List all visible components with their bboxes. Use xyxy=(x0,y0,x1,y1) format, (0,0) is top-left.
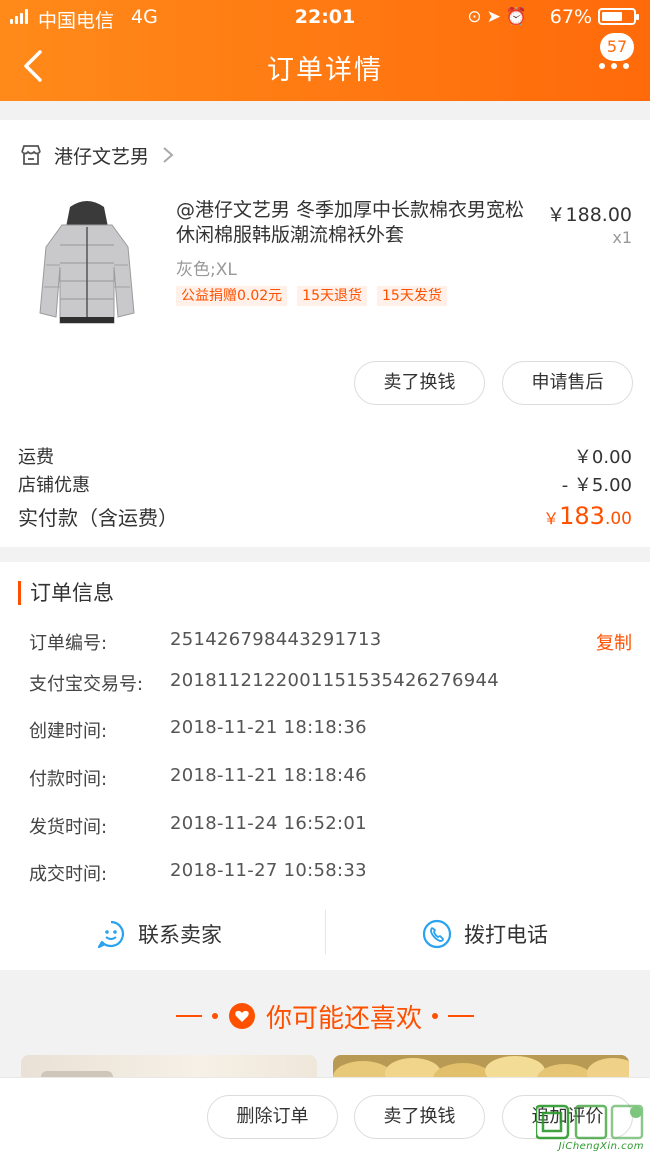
service-tag: 15天退货 xyxy=(297,286,367,306)
total-label: 实付款（含运费） xyxy=(18,506,178,530)
service-tag: 15天发货 xyxy=(377,286,447,306)
status-icons: ⊙➤⏰ xyxy=(467,7,532,27)
total-value: ￥183.00 xyxy=(543,502,632,530)
product-title[interactable]: @港仔文艺男 冬季加厚中长款棉衣男宽松休闲棉服韩版潮流棉袄外套 xyxy=(176,198,538,248)
deal-time-value: 2018-11-27 10:58:33 xyxy=(170,860,367,881)
service-tag: 公益捐赠0.02元 xyxy=(176,286,288,306)
shop-name: 港仔文艺男 xyxy=(54,145,150,168)
chevron-right-icon xyxy=(163,147,174,163)
info-label: 创建时间: xyxy=(29,721,108,742)
sell-for-cash-button[interactable]: 卖了换钱 xyxy=(354,1095,485,1139)
total-decimal: .00 xyxy=(604,509,632,529)
shop-discount-row: 店铺优惠 - ￥5.00 xyxy=(18,471,632,497)
total-currency: ￥ xyxy=(543,509,560,528)
recommend-header: 你可能还喜欢 xyxy=(0,996,650,1036)
info-label: 付款时间: xyxy=(29,769,108,790)
call-phone-button[interactable]: 拨打电话 xyxy=(422,914,548,954)
contact-seller-button[interactable]: 联系卖家 xyxy=(96,914,222,954)
total-integer: 183 xyxy=(559,502,605,530)
shipping-fee-value: ￥0.00 xyxy=(573,447,632,468)
location-icon: ➤ xyxy=(486,7,506,27)
recommend-title: 你可能还喜欢 xyxy=(265,1003,422,1034)
battery-percent: 67% xyxy=(549,6,592,28)
rotation-lock-icon: ⊙ xyxy=(467,7,487,27)
info-label: 成交时间: xyxy=(29,864,108,885)
divider xyxy=(325,910,326,954)
divider-dot xyxy=(211,1013,218,1019)
alipay-trade-value: 2018112122001151535426276944 xyxy=(170,670,500,691)
divider xyxy=(448,1015,474,1017)
message-badge: 57 xyxy=(600,33,634,61)
shipping-fee-row: 运费 ￥0.00 xyxy=(18,443,632,469)
phone-icon xyxy=(422,919,452,949)
after-sale-button[interactable]: 申请售后 xyxy=(502,361,633,405)
divider xyxy=(175,1015,202,1017)
status-bar: 中国电信 4G 22:01 ⊙➤⏰ 67% xyxy=(0,0,650,34)
product-sku: 灰色;XL xyxy=(176,260,237,280)
total-row: 实付款（含运费） ￥183.00 xyxy=(18,502,632,531)
heart-icon xyxy=(228,1003,255,1029)
created-time-value: 2018-11-21 18:18:36 xyxy=(170,717,367,738)
sell-button[interactable]: 卖了换钱 xyxy=(354,361,485,405)
delete-order-button[interactable]: 删除订单 xyxy=(207,1095,338,1139)
contact-seller-label: 联系卖家 xyxy=(138,923,222,947)
copy-button[interactable]: 复制 xyxy=(596,629,632,655)
page-title: 订单详情 xyxy=(267,55,383,86)
product-thumbnail[interactable] xyxy=(22,195,152,330)
paid-time-value: 2018-11-21 18:18:46 xyxy=(170,765,367,786)
info-label: 发货时间: xyxy=(29,817,108,838)
chat-bubble-icon xyxy=(97,920,125,949)
alarm-icon: ⏰ xyxy=(505,7,532,27)
shop-link[interactable]: 港仔文艺男 xyxy=(20,141,175,169)
info-label: 支付宝交易号: xyxy=(29,674,144,695)
battery-icon xyxy=(598,8,639,25)
shipping-fee-label: 运费 xyxy=(18,447,54,468)
shop-discount-value: - ￥5.00 xyxy=(561,475,632,496)
watermark-text: JiChengXin.com xyxy=(558,1141,644,1152)
order-number-value: 251426798443291713 xyxy=(170,629,382,650)
order-info-title: 订单信息 xyxy=(18,581,114,605)
header-bar: 中国电信 4G 22:01 ⊙➤⏰ 67% 订单详情 57 xyxy=(0,0,650,101)
info-label: 订单编号: xyxy=(29,633,108,654)
divider-dot xyxy=(432,1013,438,1019)
product-price: ￥188.00 xyxy=(546,204,632,226)
shipped-time-value: 2018-11-24 16:52:01 xyxy=(170,813,367,834)
store-icon xyxy=(21,145,41,165)
call-phone-label: 拨打电话 xyxy=(464,923,548,947)
shop-discount-label: 店铺优惠 xyxy=(18,475,90,496)
product-quantity: x1 xyxy=(612,228,632,247)
contact-bar: 联系卖家 拨打电话 xyxy=(0,896,650,970)
service-tags: 公益捐赠0.02元 15天退货 15天发货 xyxy=(176,286,447,306)
